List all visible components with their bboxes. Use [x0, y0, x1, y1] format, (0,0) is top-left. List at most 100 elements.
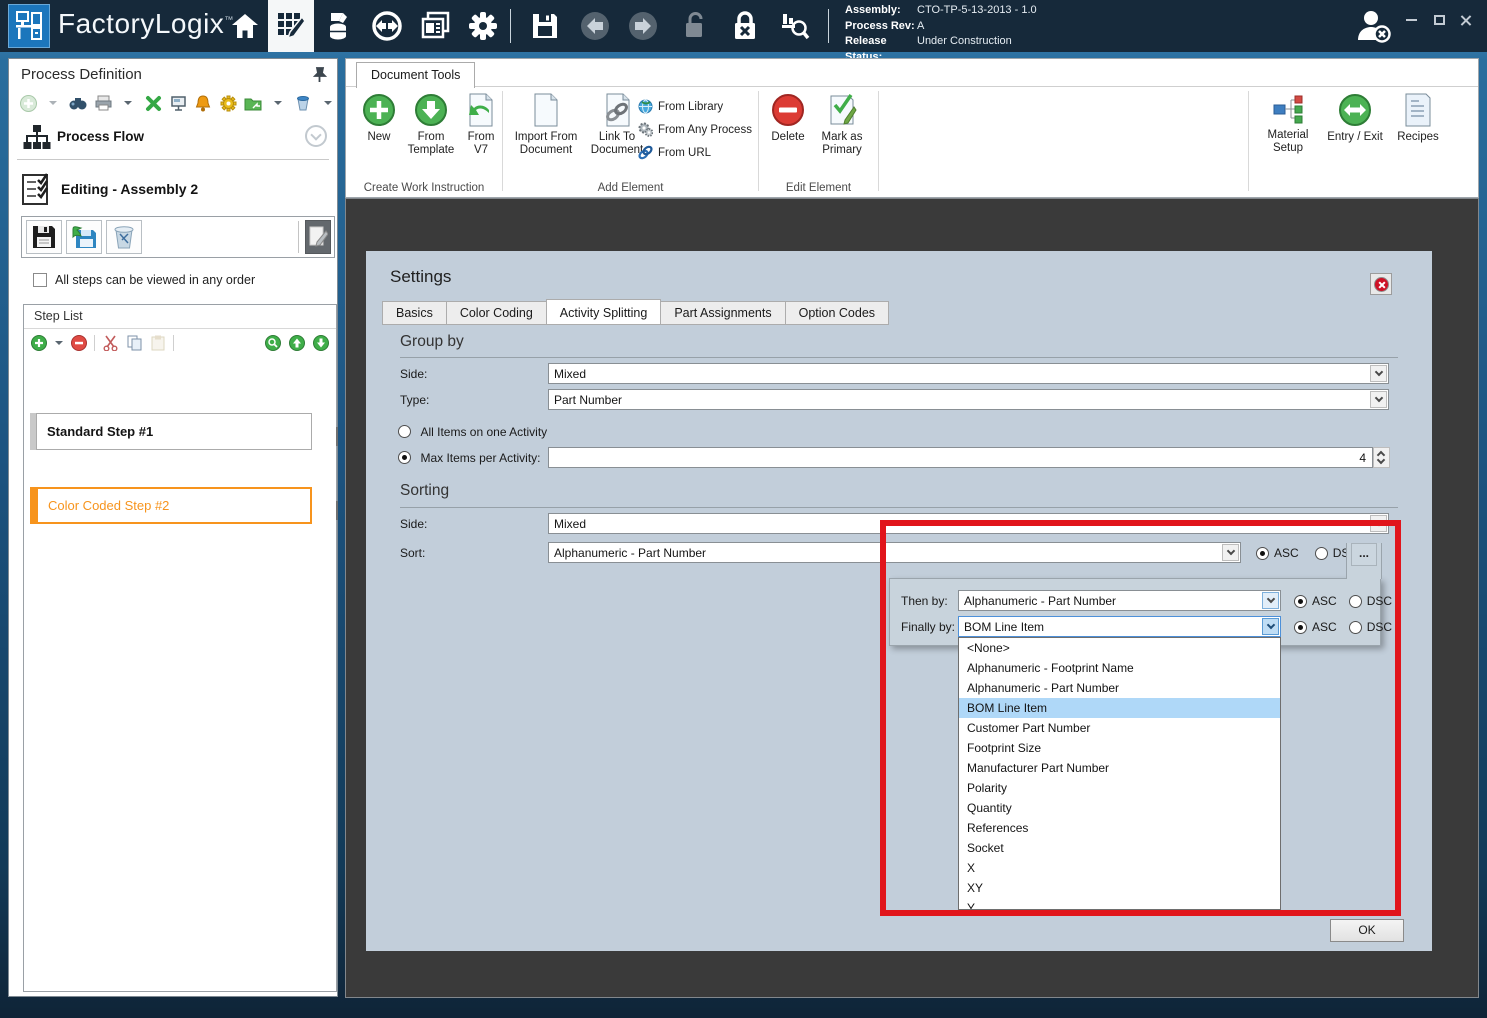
- tab-document-tools[interactable]: Document Tools: [356, 62, 475, 88]
- bell-icon[interactable]: [194, 94, 212, 112]
- recipes-button[interactable]: Recipes: [1392, 93, 1444, 144]
- paste-icon[interactable]: [149, 334, 167, 352]
- mark-as-primary-button[interactable]: Mark as Primary: [814, 93, 870, 157]
- add-step-icon[interactable]: [30, 334, 48, 352]
- dropdown-option[interactable]: Polarity: [959, 778, 1280, 798]
- add-icon[interactable]: [19, 94, 37, 112]
- publish-folder-icon[interactable]: [244, 94, 262, 112]
- step-expander-icon[interactable]: [336, 427, 338, 445]
- then-by-dsc-radio[interactable]: [1349, 595, 1362, 608]
- close-button[interactable]: [1452, 0, 1478, 40]
- finally-by-dsc-radio[interactable]: [1349, 621, 1362, 634]
- chevron-down-icon[interactable]: [1262, 592, 1279, 609]
- any-order-checkbox[interactable]: [33, 273, 47, 287]
- dropdown-option-selected[interactable]: BOM Line Item: [959, 698, 1280, 718]
- delete-element-button[interactable]: Delete: [766, 93, 810, 144]
- folder-caret-icon[interactable]: [269, 94, 287, 112]
- import-from-document-button[interactable]: Import From Document: [510, 93, 582, 157]
- lock-abort-icon[interactable]: [722, 0, 768, 52]
- dropdown-option[interactable]: X: [959, 858, 1280, 878]
- trash-icon[interactable]: [294, 94, 312, 112]
- process-editor-icon[interactable]: [268, 0, 314, 52]
- materials-icon[interactable]: [316, 0, 362, 52]
- process-flow-item[interactable]: Process Flow: [9, 119, 337, 157]
- search-binoculars-icon[interactable]: [69, 94, 87, 112]
- sorting-sort-select[interactable]: Alphanumeric - Part Number: [548, 542, 1241, 563]
- group-by-side-select[interactable]: Mixed: [548, 363, 1389, 384]
- pin-icon[interactable]: [313, 67, 327, 83]
- chevron-down-icon[interactable]: [1370, 515, 1387, 532]
- save-document-button[interactable]: [26, 220, 62, 254]
- dropdown-option[interactable]: Socket: [959, 838, 1280, 858]
- unlock-icon[interactable]: [672, 0, 718, 52]
- dropdown-option[interactable]: References: [959, 818, 1280, 838]
- user-logout-icon[interactable]: [1348, 0, 1400, 52]
- step-expander-icon[interactable]: [336, 501, 338, 519]
- move-down-icon[interactable]: [312, 334, 330, 352]
- copy-icon[interactable]: [125, 334, 143, 352]
- dropdown-option[interactable]: Alphanumeric - Part Number: [959, 678, 1280, 698]
- tab-color-coding[interactable]: Color Coding: [446, 301, 546, 325]
- dropdown-option[interactable]: Customer Part Number: [959, 718, 1280, 738]
- dropdown-option[interactable]: Y: [959, 898, 1280, 910]
- sorting-side-select[interactable]: Mixed: [548, 513, 1389, 534]
- trash-caret-icon[interactable]: [319, 94, 337, 112]
- revert-document-button[interactable]: [66, 220, 102, 254]
- from-v7-button[interactable]: From V7: [462, 93, 500, 157]
- sort-asc-radio[interactable]: [1256, 547, 1269, 560]
- max-items-input[interactable]: 4: [548, 447, 1373, 468]
- chevron-down-icon[interactable]: [1370, 391, 1387, 408]
- from-any-process-item[interactable]: From Any Process: [638, 122, 752, 137]
- print-caret-icon[interactable]: [119, 94, 137, 112]
- dropdown-option[interactable]: Footprint Size: [959, 738, 1280, 758]
- entry-exit-button[interactable]: Entry / Exit: [1324, 93, 1386, 144]
- forward-icon[interactable]: [620, 0, 666, 52]
- step-row-standard[interactable]: Standard Step #1: [30, 413, 324, 450]
- from-url-item[interactable]: From URL: [638, 145, 711, 160]
- settings-gear-icon[interactable]: [460, 0, 506, 52]
- dropdown-option[interactable]: <None>: [959, 638, 1280, 658]
- chevron-down-icon[interactable]: [1370, 365, 1387, 382]
- gear-icon[interactable]: [219, 94, 237, 112]
- material-setup-button[interactable]: Material Setup: [1262, 93, 1314, 155]
- ok-button[interactable]: OK: [1330, 919, 1404, 942]
- home-icon[interactable]: [222, 0, 268, 52]
- tab-option-codes[interactable]: Option Codes: [785, 301, 889, 325]
- print-icon[interactable]: [94, 94, 112, 112]
- more-sort-options-button[interactable]: ...: [1351, 543, 1377, 566]
- step-row-color-coded[interactable]: Color Coded Step #2: [30, 487, 324, 524]
- dropdown-option[interactable]: Manufacturer Part Number: [959, 758, 1280, 778]
- tab-activity-splitting[interactable]: Activity Splitting: [546, 299, 662, 325]
- save-icon[interactable]: [522, 0, 568, 52]
- remove-step-icon[interactable]: [70, 334, 88, 352]
- add-step-caret-icon[interactable]: [54, 334, 64, 352]
- max-items-radio[interactable]: [398, 451, 411, 464]
- all-items-radio[interactable]: [398, 425, 411, 438]
- tab-basics[interactable]: Basics: [382, 301, 446, 325]
- chevron-down-icon[interactable]: [1222, 544, 1239, 561]
- delete-document-button[interactable]: [106, 220, 142, 254]
- presentation-icon[interactable]: [169, 94, 187, 112]
- new-button[interactable]: New: [358, 93, 400, 144]
- cut-icon[interactable]: [101, 334, 119, 352]
- test-connections-icon[interactable]: [144, 94, 162, 112]
- collapse-down-icon[interactable]: [305, 125, 327, 147]
- back-icon[interactable]: [572, 0, 618, 52]
- dropdown-option[interactable]: Quantity: [959, 798, 1280, 818]
- dropdown-option[interactable]: Alphanumeric - Footprint Name: [959, 658, 1280, 678]
- documents-icon[interactable]: [412, 0, 458, 52]
- sort-dsc-radio[interactable]: [1315, 547, 1328, 560]
- finally-by-select[interactable]: BOM Line Item: [958, 616, 1281, 637]
- max-items-spinner[interactable]: [1373, 447, 1390, 468]
- from-library-item[interactable]: From Library: [638, 99, 723, 114]
- zoom-steps-icon[interactable]: [264, 334, 282, 352]
- minimize-button[interactable]: [1398, 0, 1424, 40]
- dialog-close-button[interactable]: [1370, 273, 1392, 295]
- chevron-down-icon[interactable]: [1262, 618, 1279, 635]
- from-template-button[interactable]: From Template: [404, 93, 458, 157]
- move-up-icon[interactable]: [288, 334, 306, 352]
- editing-assembly-item[interactable]: Editing - Assembly 2: [21, 171, 198, 207]
- dropdown-option[interactable]: XY: [959, 878, 1280, 898]
- then-by-asc-radio[interactable]: [1294, 595, 1307, 608]
- maximize-button[interactable]: [1426, 0, 1452, 40]
